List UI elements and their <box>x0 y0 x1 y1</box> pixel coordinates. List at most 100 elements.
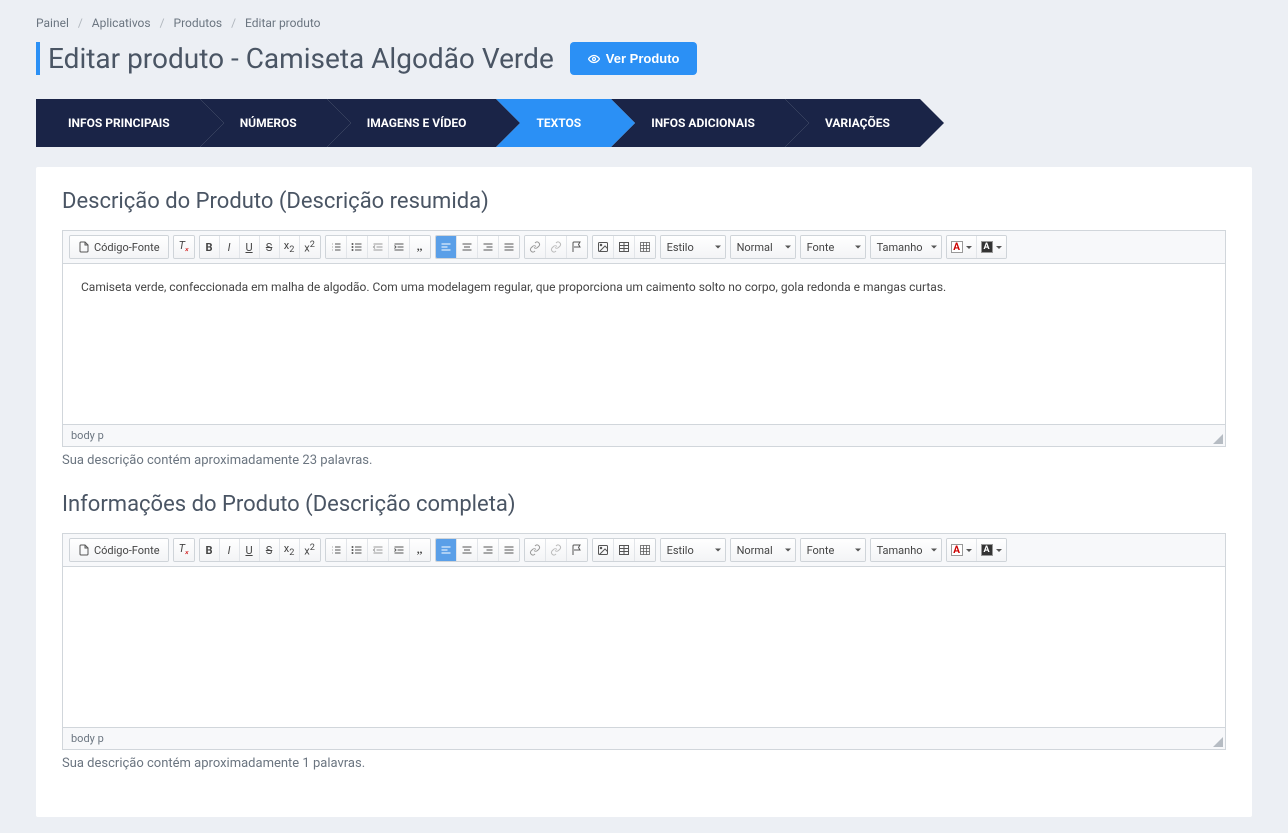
ordered-list-icon <box>330 241 342 253</box>
tab-imagens-video[interactable]: IMAGENS E VÍDEO <box>327 99 497 147</box>
font-select[interactable]: Fonte <box>801 236 865 258</box>
table-button[interactable] <box>614 539 635 561</box>
align-right-button[interactable] <box>478 236 499 258</box>
align-right-icon <box>482 544 494 556</box>
view-product-button[interactable]: Ver Produto <box>570 42 698 75</box>
outdent-button[interactable] <box>368 236 389 258</box>
hr-button[interactable] <box>635 236 655 258</box>
style-select[interactable]: Estilo <box>661 236 725 258</box>
image-button[interactable] <box>593 236 614 258</box>
caret-down-icon <box>855 549 861 552</box>
caret-down-icon <box>931 549 937 552</box>
document-icon <box>78 544 90 556</box>
caret-down-icon <box>996 246 1002 249</box>
bg-color-icon: A <box>981 544 993 556</box>
font-select[interactable]: Fonte <box>801 539 865 561</box>
ol-button[interactable] <box>326 236 347 258</box>
link-icon <box>529 241 541 253</box>
remove-format-button[interactable]: T× <box>174 539 194 561</box>
align-justify-button[interactable] <box>499 236 519 258</box>
flag-icon <box>571 241 583 253</box>
remove-format-button[interactable]: T× <box>174 236 194 258</box>
format-select[interactable]: Normal <box>731 236 795 258</box>
strike-button[interactable]: S <box>260 539 280 561</box>
full-word-count: Sua descrição contém aproximadamente 1 p… <box>62 756 1226 771</box>
italic-icon: I <box>228 241 231 254</box>
anchor-button[interactable] <box>567 539 587 561</box>
hr-button[interactable] <box>635 539 655 561</box>
short-description-textarea[interactable]: Camiseta verde, confeccionada em malha d… <box>63 264 1225 424</box>
indent-button[interactable] <box>389 236 410 258</box>
superscript-button[interactable]: x2 <box>300 236 320 258</box>
subscript-button[interactable]: x2 <box>280 236 300 258</box>
underline-button[interactable]: U <box>240 236 260 258</box>
unlink-button[interactable] <box>546 539 567 561</box>
align-right-icon <box>482 241 494 253</box>
breadcrumb-aplicativos[interactable]: Aplicativos <box>92 16 151 30</box>
superscript-button[interactable]: x2 <box>300 539 320 561</box>
ul-button[interactable] <box>347 539 368 561</box>
blockquote-button[interactable]: ,, <box>410 236 430 258</box>
italic-button[interactable]: I <box>220 236 240 258</box>
unlink-icon <box>550 544 562 556</box>
ol-button[interactable] <box>326 539 347 561</box>
link-button[interactable] <box>525 539 546 561</box>
size-select[interactable]: Tamanho <box>871 236 941 258</box>
image-button[interactable] <box>593 539 614 561</box>
eye-icon <box>588 53 600 65</box>
link-icon <box>529 544 541 556</box>
format-select[interactable]: Normal <box>731 539 795 561</box>
bold-icon: B <box>206 544 213 557</box>
ul-button[interactable] <box>347 236 368 258</box>
align-right-button[interactable] <box>478 539 499 561</box>
italic-button[interactable]: I <box>220 539 240 561</box>
table-button[interactable] <box>614 236 635 258</box>
text-color-icon: A <box>951 241 963 253</box>
bg-color-button[interactable]: A <box>977 539 1006 561</box>
superscript-icon: x2 <box>304 543 315 558</box>
resize-grip[interactable] <box>1211 432 1223 444</box>
resize-grip[interactable] <box>1211 735 1223 747</box>
superscript-icon: x2 <box>304 240 315 255</box>
grid-icon <box>639 241 651 253</box>
breadcrumb-produtos[interactable]: Produtos <box>174 16 223 30</box>
strike-button[interactable]: S <box>260 236 280 258</box>
breadcrumb-painel[interactable]: Painel <box>36 16 69 30</box>
table-icon <box>618 544 630 556</box>
blockquote-button[interactable]: ,, <box>410 539 430 561</box>
align-center-button[interactable] <box>457 236 478 258</box>
bg-color-button[interactable]: A <box>977 236 1006 258</box>
bold-button[interactable]: B <box>200 236 220 258</box>
align-left-button[interactable] <box>436 539 457 561</box>
tab-infos-principais[interactable]: INFOS PRINCIPAIS <box>36 99 200 147</box>
underline-button[interactable]: U <box>240 539 260 561</box>
anchor-button[interactable] <box>567 236 587 258</box>
tab-infos-adicionais[interactable]: INFOS ADICIONAIS <box>611 99 785 147</box>
caret-down-icon <box>966 549 972 552</box>
align-center-button[interactable] <box>457 539 478 561</box>
bold-button[interactable]: B <box>200 539 220 561</box>
full-description-textarea[interactable] <box>63 567 1225 727</box>
text-color-button[interactable]: A <box>947 236 977 258</box>
bold-icon: B <box>206 241 213 254</box>
align-left-button[interactable] <box>436 236 457 258</box>
caret-down-icon <box>996 549 1002 552</box>
align-justify-button[interactable] <box>499 539 519 561</box>
source-button[interactable]: Código-Fonte <box>70 236 168 258</box>
flag-icon <box>571 544 583 556</box>
source-button[interactable]: Código-Fonte <box>70 539 168 561</box>
full-description-editor: Código-Fonte T× B I U S x2 x2 ,, <box>62 533 1226 750</box>
text-color-button[interactable]: A <box>947 539 977 561</box>
link-button[interactable] <box>525 236 546 258</box>
unlink-button[interactable] <box>546 236 567 258</box>
outdent-button[interactable] <box>368 539 389 561</box>
subscript-button[interactable]: x2 <box>280 539 300 561</box>
indent-icon <box>393 241 405 253</box>
editor-path-short: body p <box>63 424 1225 446</box>
align-left-icon <box>440 241 452 253</box>
underline-icon: U <box>245 544 252 557</box>
size-select[interactable]: Tamanho <box>871 539 941 561</box>
image-icon <box>597 544 609 556</box>
style-select[interactable]: Estilo <box>661 539 725 561</box>
indent-button[interactable] <box>389 539 410 561</box>
